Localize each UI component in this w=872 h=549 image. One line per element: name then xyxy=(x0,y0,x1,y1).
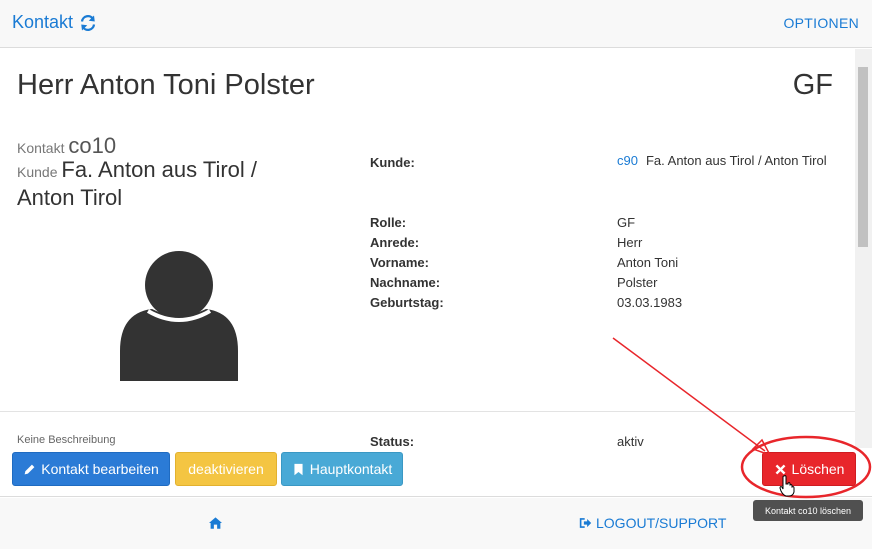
hand-pointer-icon xyxy=(779,475,795,497)
contact-full-name: Herr Anton Toni Polster xyxy=(17,69,315,101)
customer-label: Kunde xyxy=(17,164,58,180)
kunde-text: Fa. Anton aus Tirol / Anton Tirol xyxy=(645,153,827,168)
main-contact-label: Hauptkontakt xyxy=(309,461,393,477)
kunde-value: c90 Fa. Anton aus Tirol / Anton Tirol xyxy=(617,151,837,171)
section-divider xyxy=(0,411,855,412)
contact-id-value: co10 xyxy=(68,133,117,158)
rolle-value: GF xyxy=(617,215,636,230)
logout-support-label: LOGOUT/SUPPORT xyxy=(596,515,727,531)
edit-contact-label: Kontakt bearbeiten xyxy=(41,461,159,477)
bookmark-icon xyxy=(294,463,303,475)
main-contact-button[interactable]: Hauptkontakt xyxy=(281,452,403,486)
delete-tooltip: Kontakt co10 löschen xyxy=(753,500,863,521)
contact-id-label: Kontakt xyxy=(17,140,65,156)
deactivate-label: deaktivieren xyxy=(188,461,264,477)
home-icon xyxy=(209,517,222,529)
contact-role-badge: GF xyxy=(792,69,833,101)
deactivate-button[interactable]: deaktivieren xyxy=(175,452,277,486)
rolle-label: Rolle: xyxy=(370,215,407,230)
footer-bar: LOGOUT/SUPPORT xyxy=(0,498,872,549)
status-label: Status: xyxy=(370,434,415,448)
nachname-value: Polster xyxy=(617,275,658,290)
vorname-label: Vorname: xyxy=(370,255,429,270)
user-avatar-icon xyxy=(120,251,238,381)
contact-detail-panel: Herr Anton Toni Polster GF Kontakt co10 … xyxy=(0,49,855,448)
status-value: aktiv xyxy=(617,434,644,448)
nachname-label: Nachname: xyxy=(370,275,441,290)
kunde-link[interactable]: c90 xyxy=(617,153,638,168)
logout-support-link[interactable]: LOGOUT/SUPPORT xyxy=(579,515,726,531)
vorname-value: Anton Toni xyxy=(617,255,679,270)
scrollbar-thumb[interactable] xyxy=(858,67,868,247)
close-icon xyxy=(775,464,785,474)
options-menu[interactable]: OPTIONEN xyxy=(783,15,859,31)
contact-id-line: Kontakt co10 xyxy=(17,133,116,159)
action-button-bar: Kontakt bearbeiten deaktivieren Hauptkon… xyxy=(0,448,872,497)
anrede-label: Anrede: xyxy=(370,235,420,250)
anrede-value: Herr xyxy=(617,235,643,250)
customer-line: Kunde Fa. Anton aus Tirol / Anton Tirol xyxy=(17,157,317,213)
refresh-icon[interactable] xyxy=(79,14,97,32)
delete-button[interactable]: Löschen xyxy=(762,452,856,486)
edit-contact-button[interactable]: Kontakt bearbeiten xyxy=(12,452,170,486)
description-text: Keine Beschreibung xyxy=(17,434,116,446)
top-navbar: Kontakt OPTIONEN xyxy=(0,0,872,48)
page-title: Kontakt xyxy=(12,12,74,32)
sign-out-icon xyxy=(579,518,592,528)
geburtstag-label: Geburtstag: xyxy=(370,295,444,310)
app-frame: Kontakt OPTIONEN Herr Anton Toni Polster… xyxy=(0,0,872,549)
kunde-label: Kunde: xyxy=(370,155,415,170)
delete-label: Löschen xyxy=(791,461,845,477)
vertical-scrollbar[interactable] xyxy=(855,49,872,448)
kontakt-title-link[interactable]: Kontakt xyxy=(12,12,97,33)
home-link[interactable] xyxy=(209,516,222,534)
geburtstag-value: 03.03.1983 xyxy=(617,295,683,310)
pencil-icon xyxy=(24,464,35,474)
